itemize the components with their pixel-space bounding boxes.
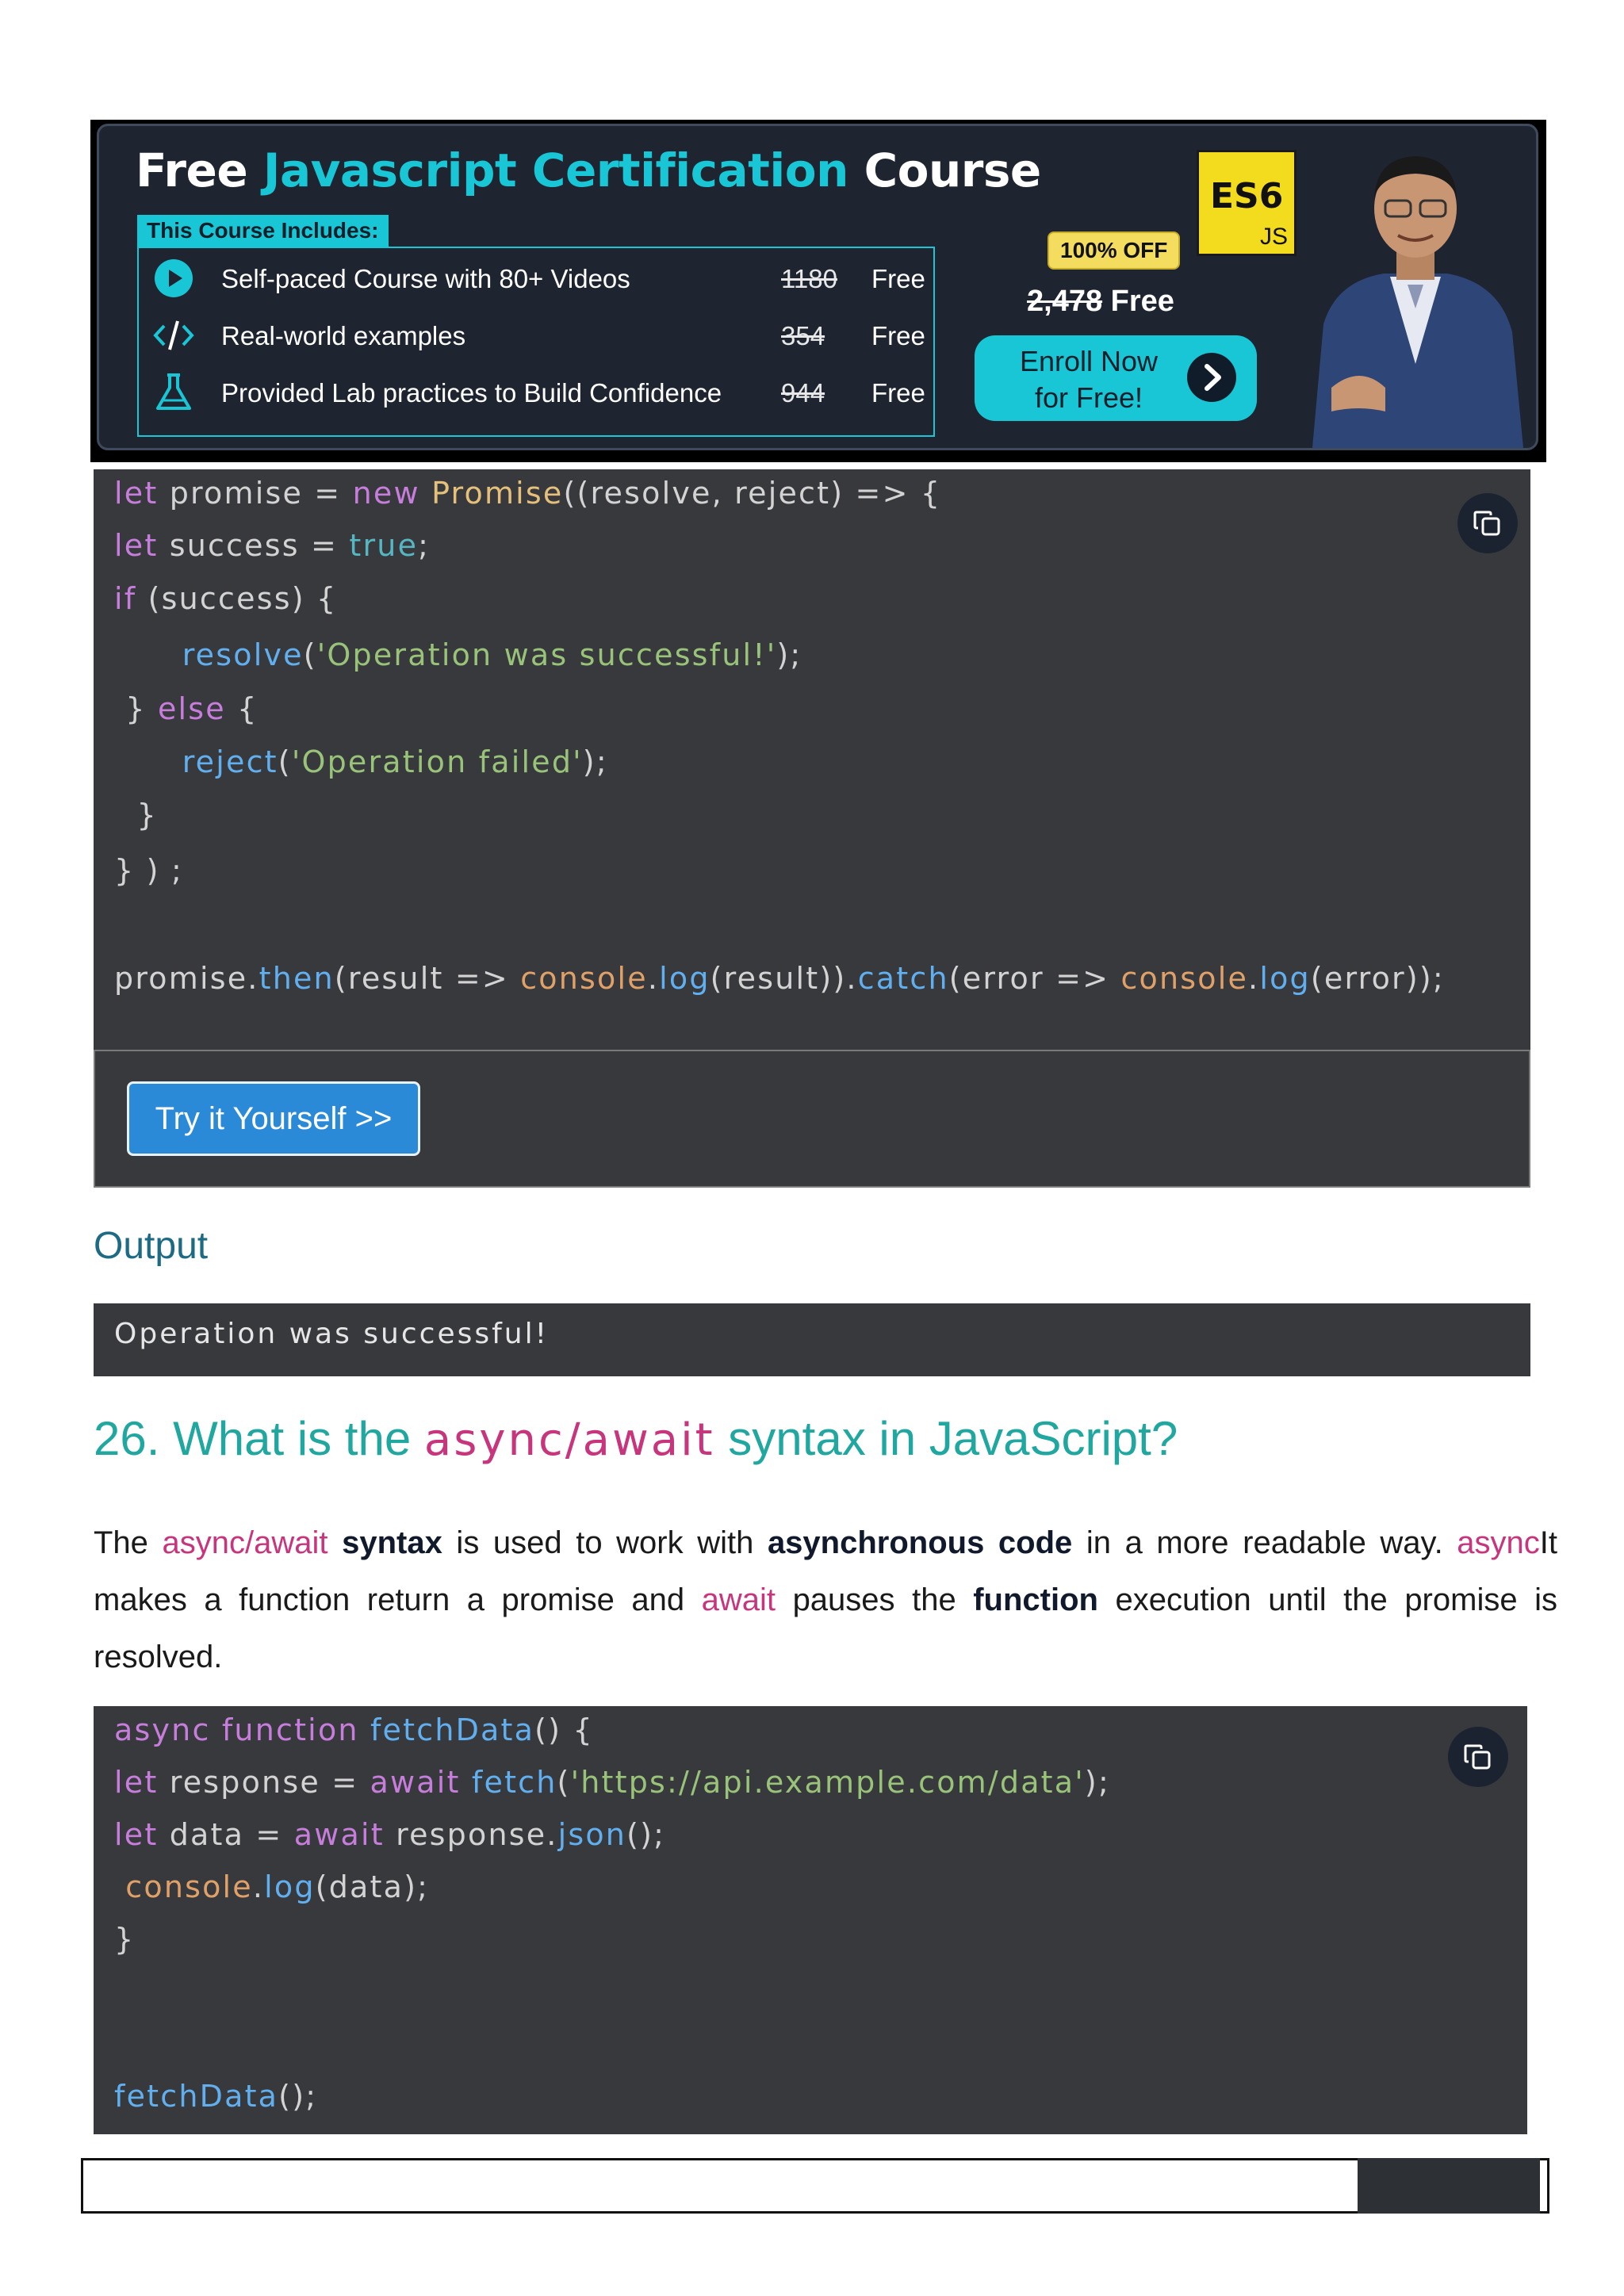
chevron-right-icon <box>1187 353 1236 402</box>
code-line: } ) ; <box>114 853 183 888</box>
enroll-button[interactable]: Enroll Now for Free! <box>975 335 1257 421</box>
includes-list: Self-paced Course with 80+ Videos 1180 F… <box>137 247 935 437</box>
code-line: let data = await response.json(); <box>114 1817 666 1852</box>
try-it-yourself-button[interactable]: Try it Yourself >> <box>127 1081 420 1156</box>
code-line: } <box>114 798 158 832</box>
code-line: async function fetchData() { <box>114 1712 594 1747</box>
code-line: } else { <box>114 691 259 726</box>
code-line: fetchData(); <box>114 2079 318 2114</box>
copy-icon <box>1464 1744 1491 1770</box>
code-line: console.log(data); <box>125 1869 430 1904</box>
include-row: Self-paced Course with 80+ Videos 1180 F… <box>139 253 933 305</box>
code-line: let response = await fetch('https://api.… <box>114 1765 1110 1800</box>
includes-label: This Course Includes: <box>137 215 389 247</box>
code-icon <box>153 315 194 356</box>
course-banner[interactable]: Free Javascript Certification Course Thi… <box>90 120 1546 462</box>
try-it-row: Try it Yourself >> <box>94 1050 1530 1188</box>
es6-logo: ES6 JS <box>1197 150 1297 256</box>
enroll-label: Enroll Now for Free! <box>1019 345 1159 414</box>
play-icon <box>153 258 194 299</box>
code-line: resolve('Operation was successful!'); <box>182 637 802 672</box>
copy-icon <box>1473 511 1500 536</box>
code-line: } <box>114 1922 136 1957</box>
explanation-paragraph: The async/await syntax is used to work w… <box>94 1525 1558 1674</box>
code-line: let promise = new Promise((resolve, reje… <box>114 476 942 511</box>
discount-badge: 100% OFF <box>1048 232 1181 270</box>
price: 2,478 Free <box>1027 285 1174 318</box>
copy-button[interactable] <box>1457 493 1518 553</box>
banner-panel: Free Javascript Certification Course Thi… <box>97 124 1538 450</box>
code-line: reject('Operation failed'); <box>182 744 608 779</box>
code-block: let promise = new Promise((resolve, reje… <box>94 469 1530 1050</box>
output-text: Operation was successful! <box>114 1318 550 1350</box>
instructor-photo <box>1297 126 1534 448</box>
copy-button[interactable] <box>1448 1727 1508 1787</box>
include-row: Real-world examples 354 Free <box>139 310 933 362</box>
include-row: Provided Lab practices to Build Confiden… <box>139 367 933 419</box>
output-heading: Output <box>94 1225 209 1267</box>
code-line: promise.then(result => console.log(resul… <box>114 961 1445 996</box>
flask-icon <box>153 372 194 413</box>
question-heading: 26. What is the async/await syntax in Ja… <box>94 1412 1178 1466</box>
footer-bar <box>81 2158 1549 2214</box>
code-line: let success = true; <box>114 528 431 563</box>
footer-block <box>1358 2158 1540 2214</box>
code-line: if (success) { <box>114 581 338 616</box>
banner-title: Free Javascript Certification Course <box>136 144 1041 197</box>
output-box: Operation was successful! <box>94 1303 1530 1376</box>
code-block: async function fetchData() { let response… <box>94 1706 1527 2134</box>
